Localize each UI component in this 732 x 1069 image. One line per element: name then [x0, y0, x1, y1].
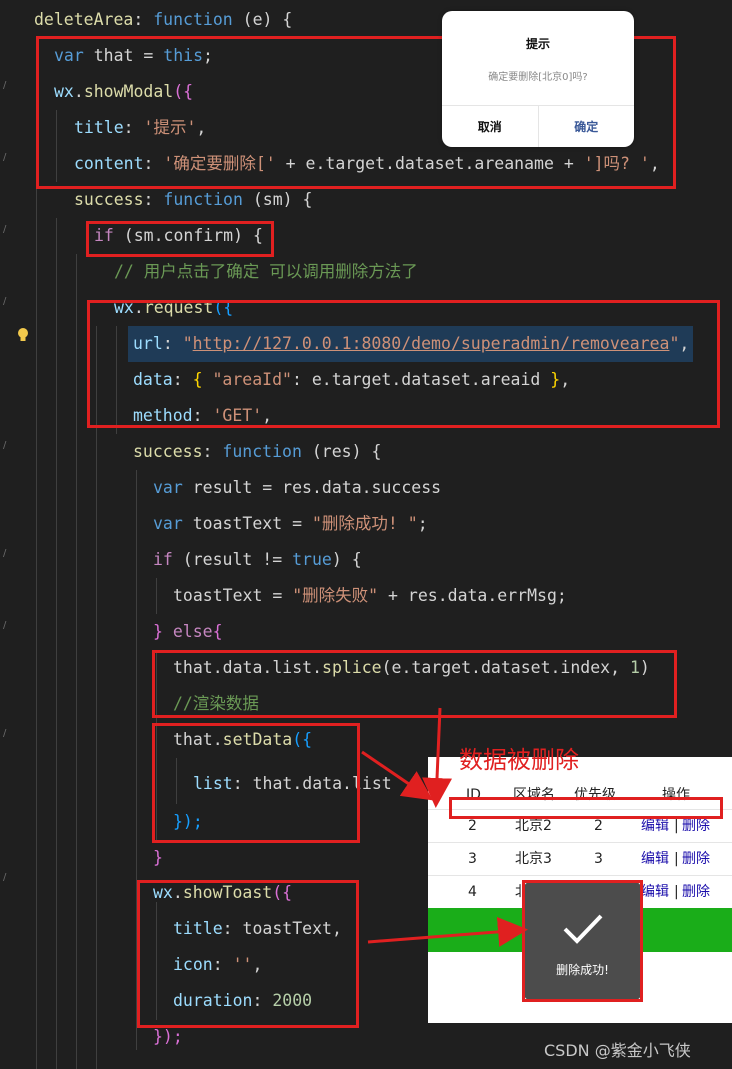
arrow	[422, 707, 453, 808]
arrow	[361, 750, 433, 801]
arrow	[367, 916, 528, 947]
annotation-arrows	[361, 707, 528, 947]
watermark: CSDN @紫金小飞侠	[544, 1041, 691, 1060]
